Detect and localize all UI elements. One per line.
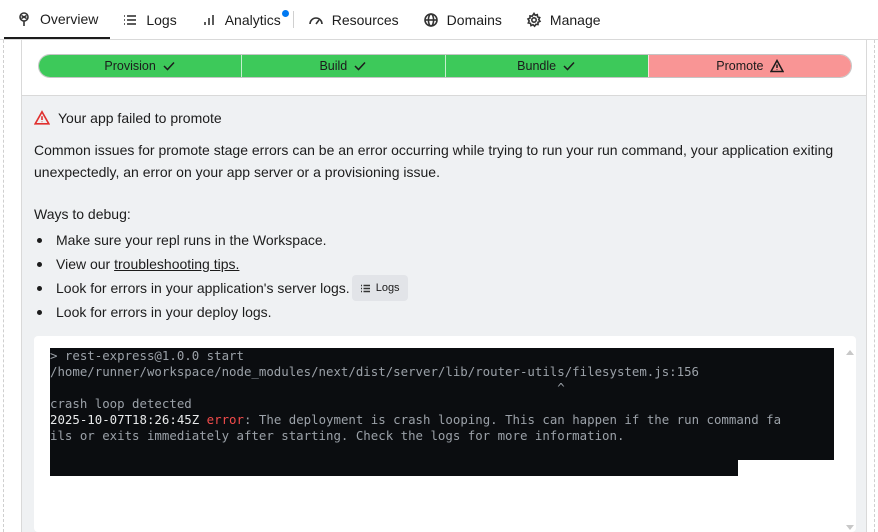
tab-label: Resources [331, 11, 399, 28]
stage-bundle[interactable]: Bundle [444, 55, 648, 77]
list-item: Make sure your repl runs in the Workspac… [34, 228, 408, 252]
check-icon [354, 61, 366, 71]
troubleshooting-link[interactable]: troubleshooting tips. [114, 256, 239, 272]
scroll-down-arrow-icon[interactable] [846, 525, 854, 530]
deployment-stages: Provision Build Bundle Promote [21, 40, 867, 96]
globe-icon [423, 12, 438, 27]
tab-label: Overview [40, 10, 99, 27]
tab-label: Analytics [224, 11, 281, 28]
tab-label: Manage [549, 11, 601, 28]
error-title-text: Your app failed to promote [58, 110, 222, 126]
gear-icon [526, 11, 542, 27]
warning-icon [34, 110, 50, 125]
log-line: > rest-express@1.0.0 start [50, 348, 244, 363]
log-line: ^ [50, 380, 565, 395]
terminal-output: > rest-express@1.0.0 start /home/runner/… [50, 348, 834, 444]
check-icon [163, 61, 175, 71]
scroll-up-arrow-icon[interactable] [846, 350, 854, 355]
log-message: ils or exits immediately after starting.… [50, 428, 625, 443]
tab-label: Domains [446, 11, 502, 28]
stage-provision[interactable]: Provision [39, 55, 242, 77]
tab-manage[interactable]: Manage [514, 0, 613, 39]
error-title: Your app failed to promote [34, 110, 222, 126]
list-item: Look for errors in your deploy logs. [34, 300, 408, 324]
tab-label: Logs [146, 11, 177, 28]
logs-button-label: Logs [375, 282, 400, 294]
stage-label: Build [319, 59, 348, 73]
stage-label: Bundle [517, 59, 557, 73]
stage-label: Promote [716, 59, 764, 73]
log-level: error [206, 412, 244, 427]
debug-heading: Ways to debug: [34, 206, 131, 222]
pin-icon [19, 11, 29, 26]
gauge-icon [308, 16, 323, 24]
warning-icon [769, 59, 784, 73]
terminal-tail [50, 460, 738, 476]
layout-guide [3, 40, 4, 532]
tab-logs[interactable]: Logs [110, 0, 188, 39]
log-message: : The deployment is crash looping. This … [243, 412, 782, 427]
tab-divider [292, 11, 294, 28]
list-item-text: Look for errors in your application's se… [56, 280, 350, 296]
tab-resources[interactable]: Resources [296, 0, 411, 39]
stage-build[interactable]: Build [241, 55, 445, 77]
list-item-text: Make sure your repl runs in the Workspac… [56, 232, 327, 248]
check-icon [563, 61, 575, 71]
list-item: Look for errors in your application's se… [34, 275, 408, 301]
error-panel: Your app failed to promote Common issues… [21, 96, 867, 532]
layout-guide [874, 40, 875, 532]
logs-button[interactable]: Logs [351, 275, 408, 301]
stage-label: Provision [104, 59, 156, 73]
tab-domains[interactable]: Domains [411, 0, 514, 39]
error-description: Common issues for promote stage errors c… [34, 142, 834, 180]
tab-bar: Overview Logs Analytics Resources Domain… [0, 0, 878, 40]
notification-badge [281, 10, 289, 17]
deploy-log-terminal[interactable]: > rest-express@1.0.0 start /home/runner/… [50, 348, 834, 460]
log-timestamp: 2025-10-07T18:26:45Z [50, 412, 200, 427]
tab-analytics[interactable]: Analytics [189, 0, 293, 39]
debug-list: Make sure your repl runs in the Workspac… [34, 228, 408, 324]
list-icon [124, 14, 137, 25]
stage-progress-bar: Provision Build Bundle Promote [38, 54, 852, 78]
stage-promote[interactable]: Promote [647, 55, 851, 77]
list-item-text: Look for errors in your deploy logs. [56, 304, 272, 320]
tab-overview[interactable]: Overview [4, 0, 111, 39]
list-item-text: View our [56, 256, 111, 272]
list-item: View our troubleshooting tips. [34, 252, 408, 276]
bar-chart-icon [203, 14, 214, 25]
log-line: crash loop detected [50, 396, 192, 411]
list-icon [360, 284, 370, 292]
deploy-log-container[interactable]: > rest-express@1.0.0 start /home/runner/… [34, 336, 856, 532]
log-line: /home/runner/workspace/node_modules/next… [50, 364, 700, 379]
